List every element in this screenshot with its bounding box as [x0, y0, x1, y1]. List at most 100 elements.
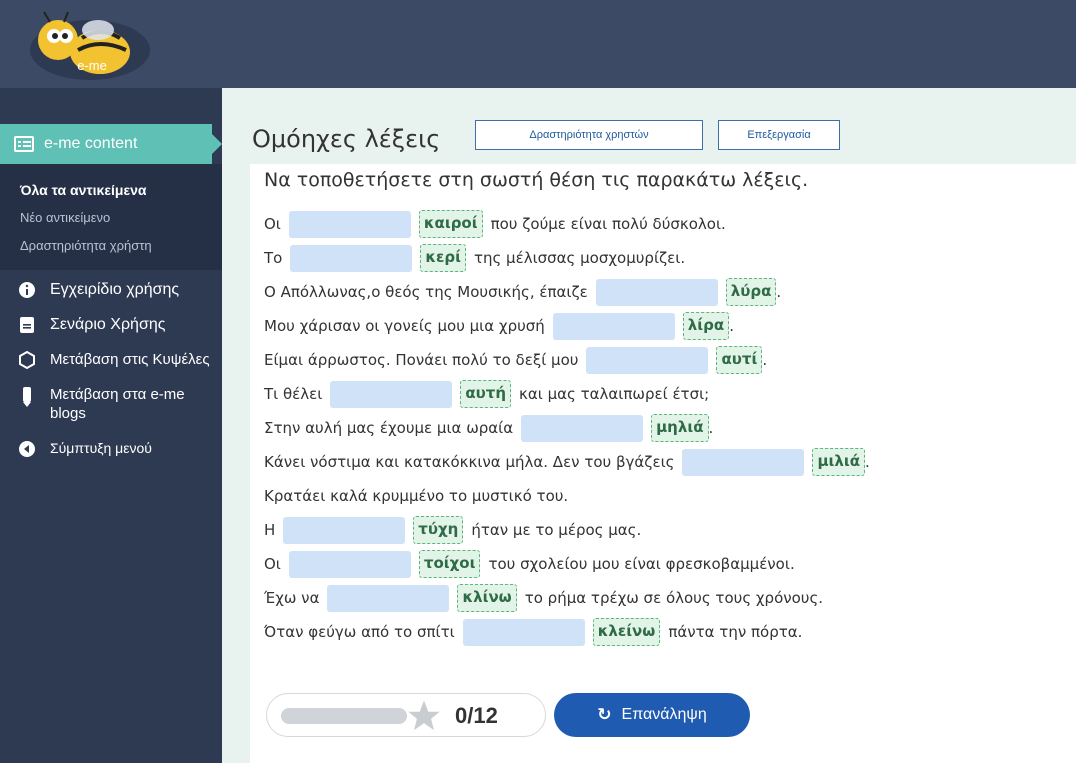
draggable-word[interactable]: μηλιά [651, 414, 709, 442]
retry-icon: ↻ [597, 705, 612, 724]
edit-button[interactable]: Επεξεργασία [718, 120, 840, 150]
drop-zone[interactable] [283, 516, 406, 544]
sentence-suffix: ήταν με το μέρος μας. [471, 521, 642, 539]
sidebar-item-hives[interactable]: Μετάβαση στις Κυψέλες [0, 340, 222, 375]
drop-zone[interactable] [288, 210, 411, 238]
sentence-prefix: Οι [264, 215, 281, 233]
exercise-panel: Να τοποθετήσετε στη σωστή θέση τις παρακ… [250, 164, 1076, 763]
info-icon [19, 282, 35, 298]
list-icon [14, 136, 34, 152]
document-icon [20, 317, 34, 333]
sentence-prefix: Μου χάρισαν οι γονείς μου μια χρυσή [264, 317, 545, 335]
sentence-suffix: το ρήμα τρέχω σε όλους τους χρόνους. [524, 589, 824, 607]
svg-text:e-me: e-me [77, 58, 107, 73]
sentence-prefix: Όταν φεύγω από το σπίτι [264, 623, 455, 641]
retry-button[interactable]: ↻ Επανάληψη [554, 693, 750, 737]
sentence-line: Κάνει νόστιμα και κατακόκκινα μήλα. Δεν … [264, 448, 870, 476]
draggable-word[interactable]: λίρα [682, 312, 730, 340]
sentence-prefix: Κάνει νόστιμα και κατακόκκινα μήλα. Δεν … [264, 453, 675, 471]
drop-zone[interactable] [327, 584, 450, 612]
pencil-icon [23, 387, 31, 407]
draggable-word[interactable]: αυτί [716, 346, 763, 374]
sentence-prefix: Τι θέλει [264, 385, 323, 403]
sentence-prefix: Το [264, 249, 283, 267]
page-title: Ομόηχες λέξεις [252, 125, 441, 153]
user-activity-button[interactable]: Δραστηριότητα χρηστών [475, 120, 703, 150]
sidebar-item-label: Σύμπτυξη μενού [50, 440, 152, 456]
hexagon-icon [19, 351, 35, 369]
sentence-suffix: . [729, 317, 734, 335]
sentence-prefix: Ο Απόλλωνας,ο θεός της Μουσικής, έπαιζε [264, 283, 588, 301]
sentence-suffix: . [762, 351, 768, 369]
sentence-line: Όταν φεύγω από το σπίτι κλείνω πάντα την π… [264, 618, 870, 646]
sentence-line: Ητύχη ήταν με το μέρος μας. [264, 516, 870, 544]
drop-zone[interactable] [682, 448, 805, 476]
sentence-line: Έχω να κλίνω το ρήμα τρέχω σε όλους τους χ… [264, 584, 870, 612]
sentence-suffix: και μας ταλαιπωρεί έτσι; [519, 385, 710, 403]
sidebar-item-label: e-me content [44, 135, 138, 152]
draggable-word[interactable]: τοίχοι [418, 550, 481, 578]
sentence-suffix: του σχολείου μου είναι φρεσκοβαμμένοι. [488, 555, 795, 573]
instruction-text: Να τοποθετήσετε στη σωστή θέση τις παρακ… [264, 169, 809, 191]
sidebar-item-blogs[interactable]: Μετάβαση στα e-me blogs [0, 375, 222, 429]
exercise-lines: Οι καιροί που ζούμε είναι πολύ δύσκολοι. Το… [264, 210, 870, 652]
submenu-user-activity[interactable]: Δραστηριότητα χρήστη [0, 232, 222, 260]
sentence-prefix: Η [264, 521, 276, 539]
submenu-all-objects[interactable]: Όλα τα αντικείμενα [0, 176, 222, 204]
sidebar-item-label: Σενάριο Χρήσης [50, 316, 166, 333]
sidebar-item-label: Εγχειρίδιο χρήσης [50, 281, 180, 298]
score-text: 0/12 [455, 703, 498, 728]
sentence-prefix: Έχω να [264, 589, 320, 607]
draggable-word[interactable]: κερί [420, 244, 466, 272]
drop-zone[interactable] [330, 380, 453, 408]
retry-label: Επανάληψη [621, 706, 707, 723]
drop-zone[interactable] [462, 618, 585, 646]
drop-zone[interactable] [288, 550, 411, 578]
sentence-prefix: Στην αυλή μας έχουμε μια ωραία [264, 419, 514, 437]
top-bar: e-me [0, 0, 1076, 88]
draggable-word[interactable]: μιλιά [812, 448, 865, 476]
sentence-prefix: Είμαι άρρωστος. Πονάει πολύ το δεξί μου [264, 351, 579, 369]
draggable-word[interactable]: κλείνω [592, 618, 661, 646]
draggable-word[interactable]: λύρα [725, 278, 777, 306]
sentence-line: Ο Απόλλωνας,ο θεός της Μουσικής, έπαιζε λ… [264, 278, 870, 306]
main-content: Ομόηχες λέξεις Δραστηριότητα χρηστών Επε… [222, 88, 1076, 763]
sentence-suffix: . [865, 453, 870, 471]
drop-zone[interactable] [521, 414, 644, 442]
draggable-word[interactable]: καιροί [418, 210, 483, 238]
sentence-suffix: . [776, 283, 782, 301]
submenu: Όλα τα αντικείμενα Νέο αντικείμενο Δραστ… [0, 164, 222, 270]
e-me-logo[interactable]: e-me [28, 8, 152, 80]
sentence-line: Κρατάει καλά κρυμμένο το μυστικό του. [264, 482, 870, 510]
sentence-suffix: που ζούμε είναι πολύ δύσκολοι. [490, 215, 726, 233]
sentence-line: Στην αυλή μας έχουμε μια ωραία μηλιά. [264, 414, 870, 442]
star-icon [408, 700, 440, 731]
sentence-line: Οι καιροί που ζούμε είναι πολύ δύσκολοι. [264, 210, 870, 238]
sidebar-item-label: Μετάβαση στις Κυψέλες [50, 351, 210, 368]
progress-bar [281, 708, 407, 724]
draggable-word[interactable]: αυτή [460, 380, 512, 408]
sentence-suffix: της μέλισσας μοσχομυρίζει. [473, 249, 686, 267]
sentence-line: Είμαι άρρωστος. Πονάει πολύ το δεξί μου α… [264, 346, 870, 374]
sentence-line: Οι τοίχοι του σχολείου μου είναι φρεσκοβαμ… [264, 550, 870, 578]
sentence-line: Τι θέλει αυτή και μας ταλαιπωρεί έτσι; [264, 380, 870, 408]
sidebar-item-e-me-content[interactable]: e-me content [0, 124, 222, 164]
draggable-word[interactable]: κλίνω [457, 584, 517, 612]
sidebar-item-label: Μετάβαση στα e-me blogs [50, 386, 185, 422]
sentence-line: Μου χάρισαν οι γονείς μου μια χρυσή λίρα. [264, 312, 870, 340]
score-box: 0/12 [266, 693, 546, 737]
submenu-new-object[interactable]: Νέο αντικείμενο [0, 204, 222, 232]
sentence-line: Το κερί της μέλισσας μοσχομυρίζει. [264, 244, 870, 272]
sidebar-item-collapse[interactable]: Σύμπτυξη μενού [0, 429, 222, 464]
drop-zone[interactable] [290, 244, 413, 272]
drop-zone[interactable] [595, 278, 718, 306]
sentence-prefix: Οι [264, 555, 281, 573]
drop-zone[interactable] [586, 346, 709, 374]
drop-zone[interactable] [552, 312, 675, 340]
sentence-suffix: πάντα την πόρτα. [668, 623, 803, 641]
sidebar-item-manual[interactable]: Εγχειρίδιο χρήσης [0, 270, 222, 305]
sentence-text: Κρατάει καλά κρυμμένο το μυστικό του. [264, 487, 569, 505]
sidebar-item-scenario[interactable]: Σενάριο Χρήσης [0, 305, 222, 340]
sentence-suffix: . [708, 419, 714, 437]
draggable-word[interactable]: τύχη [413, 516, 464, 544]
